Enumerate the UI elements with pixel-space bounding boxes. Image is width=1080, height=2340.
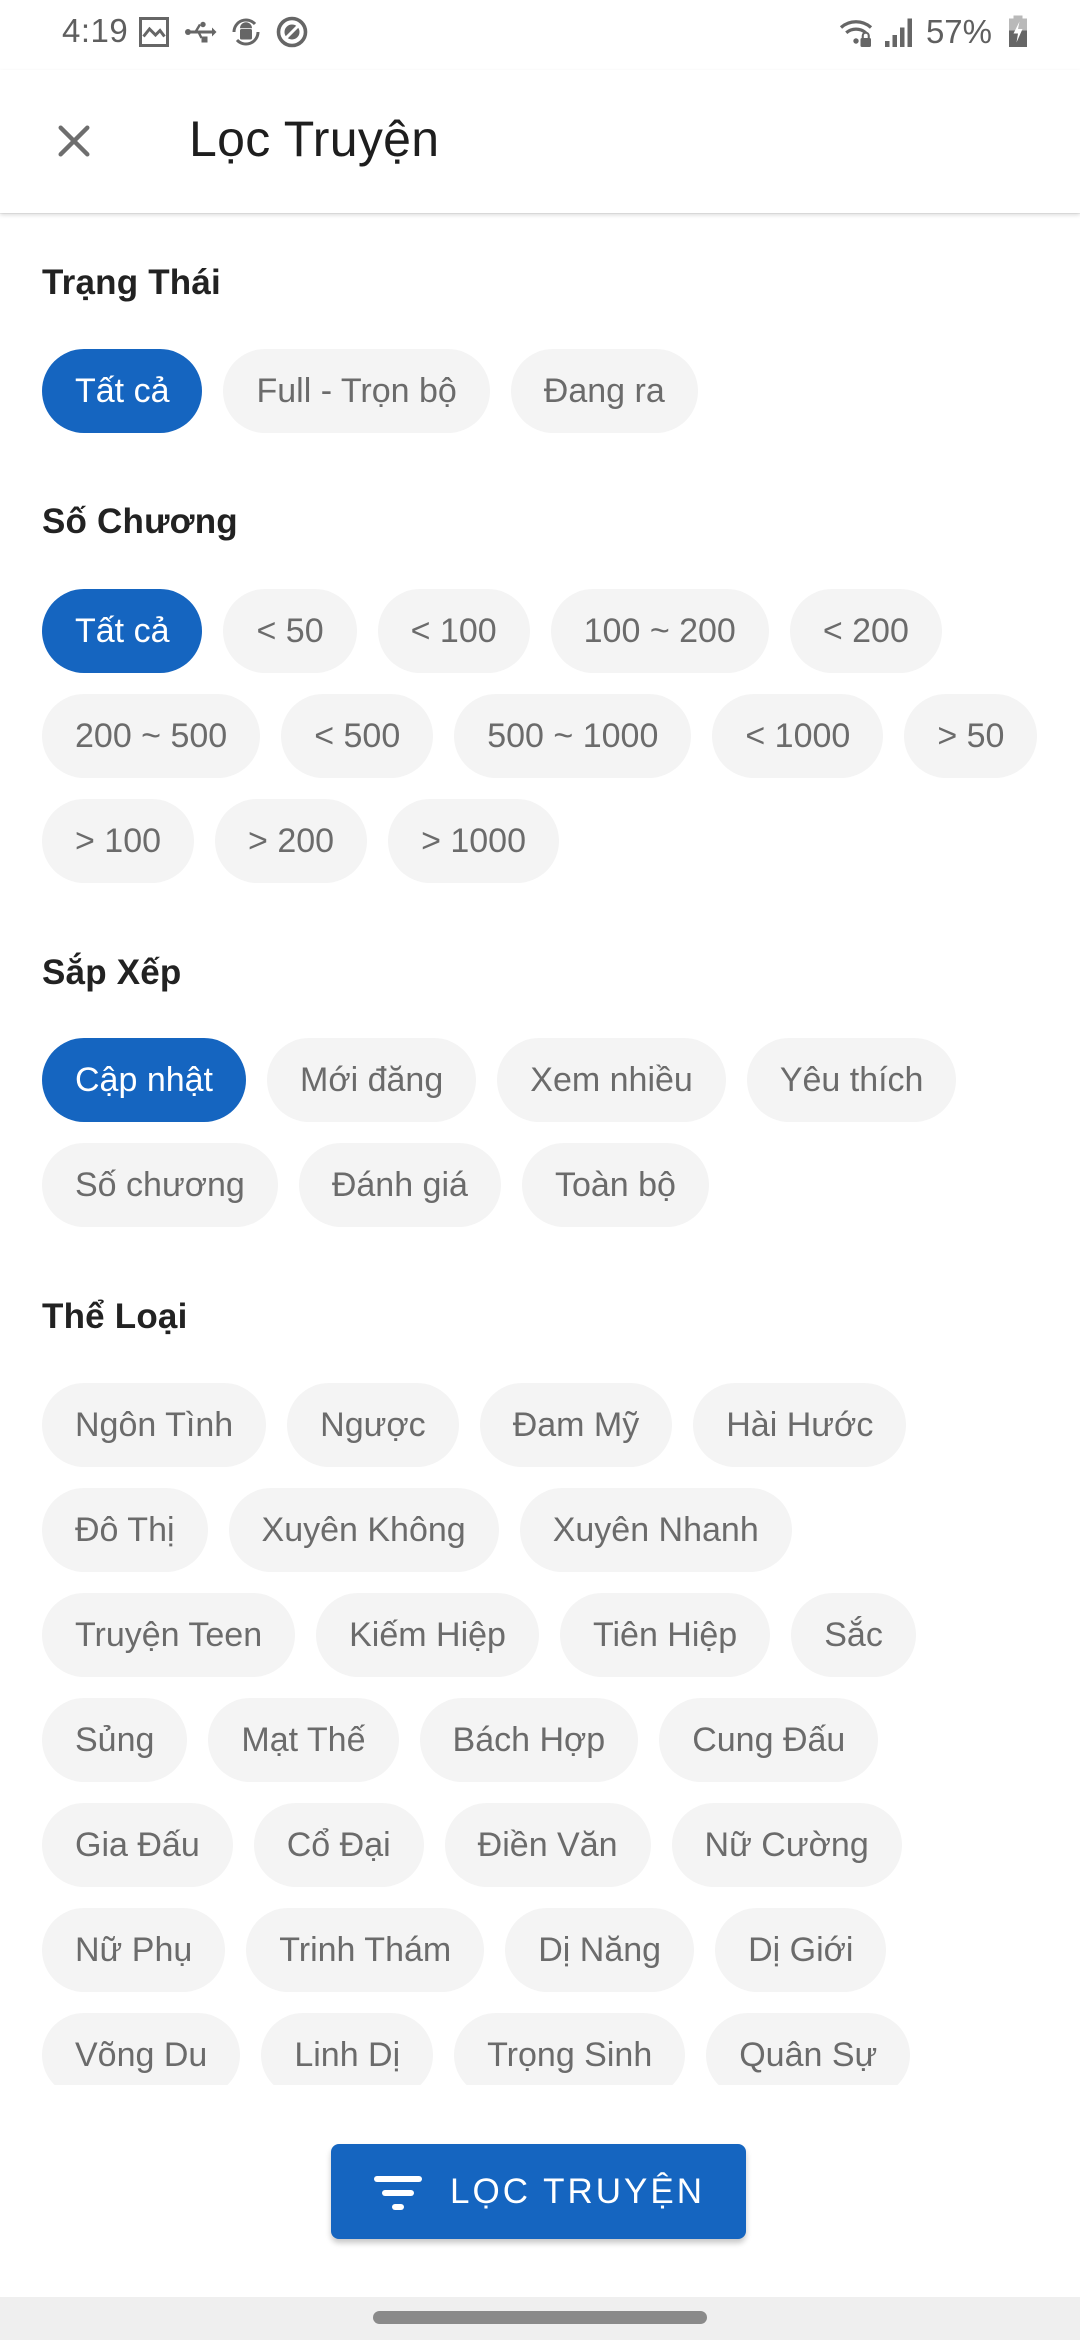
- chip-genre[interactable]: Xuyên Nhanh: [519, 1488, 792, 1572]
- chip-genre[interactable]: Nữ Phụ: [42, 1908, 226, 1992]
- chip-genre[interactable]: Sắc: [791, 1593, 916, 1677]
- chip-group-genre: Ngôn Tình Ngược Đam Mỹ Hài Hước Đô Thị Xuyên …: [42, 1383, 1062, 2085]
- chip-genre[interactable]: Dị Năng: [505, 1908, 695, 1992]
- chip-chapters[interactable]: < 200: [789, 589, 942, 673]
- status-bar: 4:19 57%: [0, 0, 1080, 70]
- chip-sort[interactable]: Xem nhiều: [497, 1038, 726, 1122]
- chip-sort[interactable]: Toàn bộ: [521, 1143, 709, 1227]
- signal-icon: [884, 18, 912, 47]
- chip-genre[interactable]: Nữ Cường: [671, 1803, 902, 1887]
- notification-icons: [136, 14, 310, 50]
- chip-genre[interactable]: Cung Đấu: [659, 1698, 879, 1782]
- chip-status[interactable]: Tất cả: [42, 349, 203, 433]
- chip-genre[interactable]: Trọng Sinh: [454, 2013, 686, 2085]
- chip-sort[interactable]: Cập nhật: [42, 1038, 246, 1122]
- chip-genre[interactable]: Linh Dị: [261, 2013, 434, 2085]
- android-sync-icon: [232, 18, 260, 46]
- image-icon: [139, 17, 169, 47]
- status-time: 4:19: [62, 12, 129, 49]
- chip-sort[interactable]: Số chương: [42, 1143, 278, 1227]
- chip-chapters[interactable]: < 500: [281, 694, 434, 778]
- chip-sort[interactable]: Yêu thích: [746, 1038, 957, 1122]
- section-title-chapters: Số Chương: [42, 502, 238, 541]
- chip-group-status: Tất cả Full - Trọn bộ Đang ra: [42, 349, 1080, 433]
- chip-group-chapters: Tất cả < 50 < 100 100 ~ 200 < 200 200 ~ 500 < …: [42, 589, 1080, 883]
- chip-chapters[interactable]: > 100: [42, 799, 195, 883]
- chip-genre[interactable]: Kiếm Hiệp: [316, 1593, 539, 1677]
- toolbar: Lọc Truyện: [0, 70, 1080, 213]
- chip-genre[interactable]: Truyện Teen: [42, 1593, 296, 1677]
- chip-genre[interactable]: Cổ Đại: [253, 1803, 424, 1887]
- chip-genre[interactable]: Dị Giới: [715, 1908, 887, 1992]
- battery-charging-icon: [1009, 15, 1027, 47]
- chip-status[interactable]: Đang ra: [510, 349, 698, 433]
- chip-genre[interactable]: Võng Du: [42, 2013, 241, 2085]
- page-title: Lọc Truyện: [189, 111, 440, 167]
- chip-genre[interactable]: Quân Sự: [706, 2013, 911, 2085]
- chip-genre[interactable]: Ngôn Tình: [42, 1383, 267, 1467]
- section-title-status: Trạng Thái: [42, 263, 221, 302]
- navigation-bar: [0, 2297, 1080, 2340]
- apply-filter-label: LỌC TRUYỆN: [450, 2171, 705, 2211]
- chip-genre[interactable]: Sủng: [42, 1698, 188, 1782]
- chip-chapters[interactable]: > 1000: [388, 799, 560, 883]
- usb-icon: [185, 21, 217, 43]
- chip-chapters[interactable]: 500 ~ 1000: [454, 694, 692, 778]
- chip-chapters[interactable]: 200 ~ 500: [42, 694, 261, 778]
- chip-status[interactable]: Full - Trọn bộ: [223, 349, 490, 433]
- chip-genre[interactable]: Đô Thị: [42, 1488, 208, 1572]
- chip-genre[interactable]: Đam Mỹ: [479, 1383, 673, 1467]
- home-gesture-handle[interactable]: [373, 2311, 707, 2324]
- section-title-sort: Sắp Xếp: [42, 953, 182, 992]
- chip-sort[interactable]: Đánh giá: [298, 1143, 501, 1227]
- battery-percent: 57%: [925, 13, 992, 50]
- chip-genre[interactable]: Trinh Thám: [246, 1908, 485, 1992]
- section-title-genre: Thể Loại: [42, 1297, 188, 1336]
- filter-icon: [374, 2175, 423, 2210]
- chip-chapters[interactable]: < 1000: [712, 694, 884, 778]
- chip-genre[interactable]: Mạt Thế: [208, 1698, 399, 1782]
- chip-group-sort: Cập nhật Mới đăng Xem nhiều Yêu thích Số chư…: [42, 1038, 1080, 1227]
- apply-filter-button[interactable]: LỌC TRUYỆN: [331, 2144, 746, 2239]
- chip-chapters[interactable]: Tất cả: [42, 589, 203, 673]
- chip-sort[interactable]: Mới đăng: [267, 1038, 477, 1122]
- filter-content[interactable]: Trạng Thái Tất cả Full - Trọn bộ Đang ra S…: [0, 213, 1080, 2085]
- chip-chapters[interactable]: < 50: [223, 589, 357, 673]
- system-icons: 57%: [838, 13, 1036, 51]
- chip-genre[interactable]: Điền Văn: [444, 1803, 651, 1887]
- chip-genre[interactable]: Bách Hợp: [419, 1698, 639, 1782]
- chip-chapters[interactable]: < 100: [377, 589, 530, 673]
- chip-genre[interactable]: Tiên Hiệp: [559, 1593, 771, 1677]
- chip-genre[interactable]: Ngược: [287, 1383, 459, 1467]
- close-icon: [58, 125, 90, 157]
- chip-genre[interactable]: Xuyên Không: [228, 1488, 499, 1572]
- close-button[interactable]: [40, 107, 108, 175]
- no-disturb-icon: [276, 16, 308, 48]
- chip-chapters[interactable]: > 50: [904, 694, 1038, 778]
- chip-genre[interactable]: Hài Hước: [693, 1383, 907, 1467]
- chip-chapters[interactable]: > 200: [215, 799, 368, 883]
- wifi-lock-icon: [839, 20, 873, 47]
- chip-chapters[interactable]: 100 ~ 200: [550, 589, 769, 673]
- chip-genre[interactable]: Gia Đấu: [42, 1803, 233, 1887]
